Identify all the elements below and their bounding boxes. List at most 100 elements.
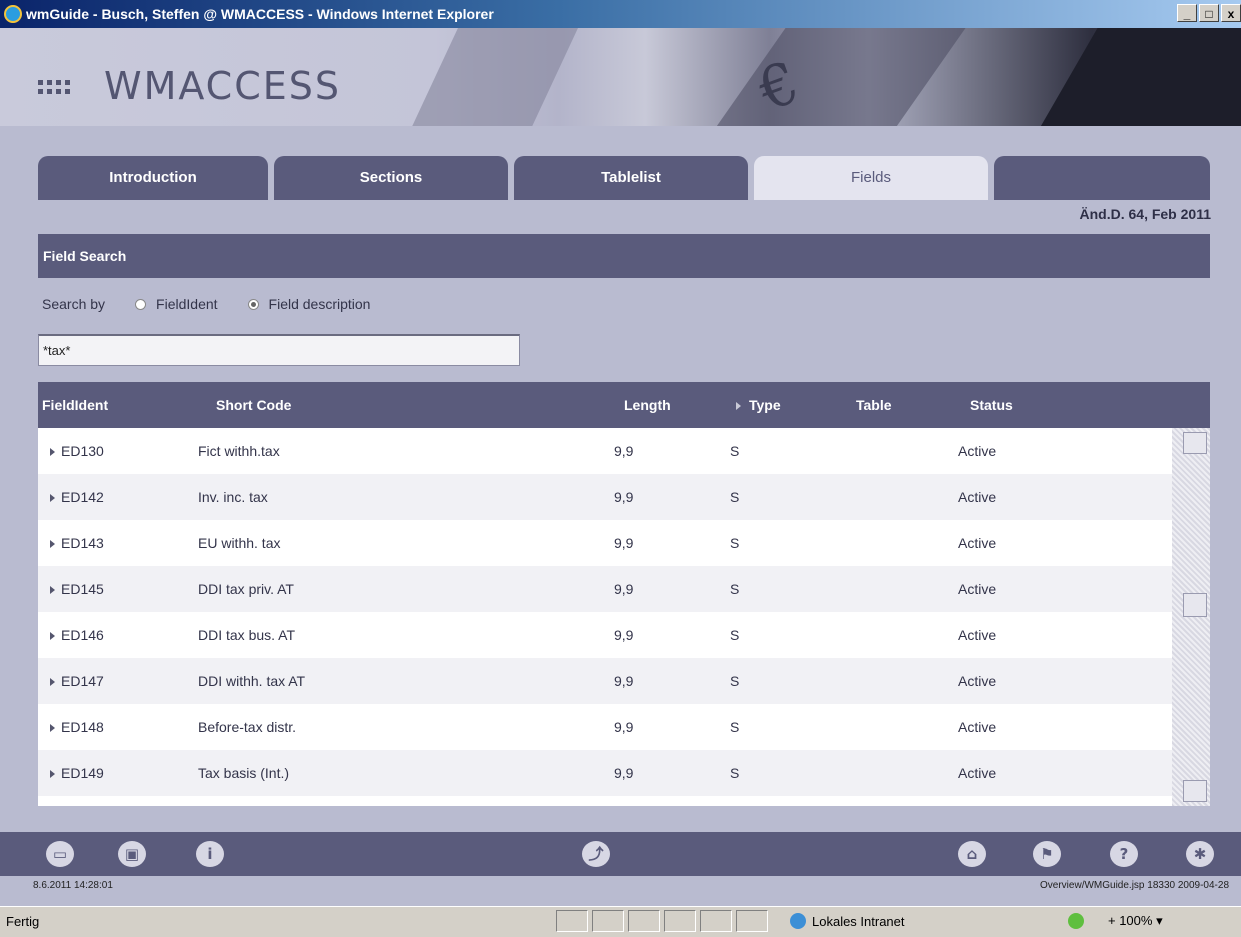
fieldident-value: ED147 (61, 673, 104, 689)
expand-arrow-icon[interactable] (50, 586, 55, 595)
column-header-fieldident[interactable]: FieldIdent (42, 382, 108, 428)
expand-arrow-icon[interactable] (50, 632, 55, 641)
length-cell: 9,9 (614, 535, 634, 551)
length-cell: 9,9 (614, 673, 634, 689)
maximize-button[interactable]: □ (1199, 4, 1219, 22)
row-fieldident[interactable]: ED142 (50, 474, 104, 520)
length-cell: 9,9 (614, 443, 634, 459)
table-row[interactable]: ED148 Before-tax distr. 9,9 S Active (38, 704, 1172, 750)
flag-icon[interactable]: ⚑ (1033, 841, 1061, 867)
status-cell: Active (958, 673, 997, 689)
status-cell: Active (958, 765, 997, 781)
table-scrollbar[interactable] (1172, 428, 1210, 806)
table-row[interactable]: ED147 DDI withh. tax AT 9,9 S Active (38, 658, 1172, 704)
info-icon[interactable]: i (196, 841, 224, 867)
header-banner: € WMACCESS (0, 28, 1241, 126)
radio-field-description[interactable]: Field description (247, 296, 370, 312)
row-fieldident[interactable]: ED149 (50, 750, 104, 796)
settings-icon[interactable]: ✱ (1186, 841, 1214, 867)
intranet-globe-icon (790, 913, 806, 929)
zoom-control[interactable]: + 100% ▾ (1108, 913, 1163, 929)
status-cell: Active (958, 535, 997, 551)
scroll-down-button[interactable] (1183, 780, 1207, 802)
tab-empty (994, 156, 1210, 200)
fieldident-value: ED149 (61, 765, 104, 781)
expand-arrow-icon[interactable] (50, 770, 55, 779)
type-cell: S (730, 581, 740, 597)
row-fieldident[interactable]: ED143 (50, 520, 104, 566)
table-row[interactable]: ED130 Fict withh.tax 9,9 S Active (38, 428, 1172, 474)
table-row[interactable]: ED146 DDI tax bus. AT 9,9 S Active (38, 612, 1172, 658)
table-row[interactable]: ED145 DDI tax priv. AT 9,9 S Active (38, 566, 1172, 612)
length-cell: 9,9 (614, 581, 634, 597)
table-row[interactable]: ED149 Tax basis (Int.) 9,9 S Active (38, 750, 1172, 796)
expand-arrow-icon[interactable] (50, 494, 55, 503)
length-cell: 9,9 (614, 627, 634, 643)
row-fieldident[interactable]: ED145 (50, 566, 104, 612)
export-icon[interactable]: ⤴ (582, 841, 610, 867)
radio-field-description-dot[interactable] (247, 298, 259, 310)
bottom-toolbar: ▭ ▣ i ⤴ ⌂ ⚑ ? ✱ (38, 832, 1241, 876)
tab-tablelist[interactable]: Tablelist (514, 156, 748, 200)
column-header-type[interactable]: Type (736, 382, 781, 428)
status-cell (736, 910, 768, 932)
expand-arrow-icon[interactable] (50, 678, 55, 687)
print-icon[interactable]: ▭ (46, 841, 74, 867)
banner-decoration (392, 28, 588, 126)
column-header-length[interactable]: Length (624, 382, 671, 428)
fieldident-value: ED130 (61, 443, 104, 459)
radio-fieldident-dot[interactable] (135, 298, 147, 310)
version-label: Änd.D. 64, Feb 2011 (1079, 206, 1212, 222)
column-header-type-label: Type (749, 397, 781, 413)
status-cell: Active (958, 489, 997, 505)
toolbar-left-edge (0, 832, 38, 876)
type-cell: S (730, 673, 740, 689)
window-title-bar: wmGuide - Busch, Steffen @ WMACCESS - Wi… (0, 0, 1241, 28)
tab-introduction[interactable]: Introduction (38, 156, 268, 200)
minimize-button[interactable]: _ (1177, 4, 1197, 22)
search-by-label: Search by (42, 296, 106, 312)
column-header-table[interactable]: Table (856, 382, 892, 428)
ie-icon (4, 5, 22, 23)
field-search-header: Field Search (38, 234, 1210, 278)
type-cell: S (730, 535, 740, 551)
tab-fields[interactable]: Fields (754, 156, 988, 200)
search-input[interactable] (38, 334, 520, 366)
expand-arrow-icon[interactable] (50, 540, 55, 549)
expand-arrow-icon[interactable] (50, 724, 55, 733)
column-header-status[interactable]: Status (970, 382, 1013, 428)
scroll-up-button[interactable] (1183, 432, 1207, 454)
row-fieldident[interactable]: ED130 (50, 428, 104, 474)
short-code-cell: Fict withh.tax (198, 443, 280, 459)
table-row[interactable]: ED142 Inv. inc. tax 9,9 S Active (38, 474, 1172, 520)
table-row[interactable]: ED143 EU withh. tax 9,9 S Active (38, 520, 1172, 566)
column-header-short-code[interactable]: Short Code (216, 382, 291, 428)
expand-arrow-icon[interactable] (50, 448, 55, 457)
close-button[interactable]: x (1221, 4, 1241, 22)
status-cell (592, 910, 624, 932)
fieldident-value: ED145 (61, 581, 104, 597)
copy-icon[interactable]: ▣ (118, 841, 146, 867)
short-code-cell: EU withh. tax (198, 535, 281, 551)
status-cell: Active (958, 443, 997, 459)
short-code-cell: Inv. inc. tax (198, 489, 268, 505)
row-fieldident[interactable]: ED146 (50, 612, 104, 658)
home-icon[interactable]: ⌂ (958, 841, 986, 867)
radio-fieldident[interactable]: FieldIdent (135, 296, 218, 312)
tab-sections[interactable]: Sections (274, 156, 508, 200)
short-code-cell: Tax basis (Int.) (198, 765, 290, 781)
banner-decoration (687, 28, 973, 126)
row-fieldident[interactable]: ED148 (50, 704, 104, 750)
row-fieldident[interactable]: ED147 (50, 658, 104, 704)
banner-decoration (1016, 28, 1241, 126)
protected-mode-icon[interactable] (1068, 913, 1084, 929)
type-cell: S (730, 489, 740, 505)
sort-arrow-icon (736, 402, 741, 411)
scroll-thumb[interactable] (1183, 593, 1207, 617)
help-icon[interactable]: ? (1110, 841, 1138, 867)
fields-table: ED130 Fict withh.tax 9,9 S Active ED142 … (38, 428, 1172, 806)
short-code-cell: Before-tax distr. (198, 719, 297, 735)
fieldident-value: ED142 (61, 489, 104, 505)
length-cell: 9,9 (614, 765, 634, 781)
length-cell: 9,9 (614, 489, 634, 505)
